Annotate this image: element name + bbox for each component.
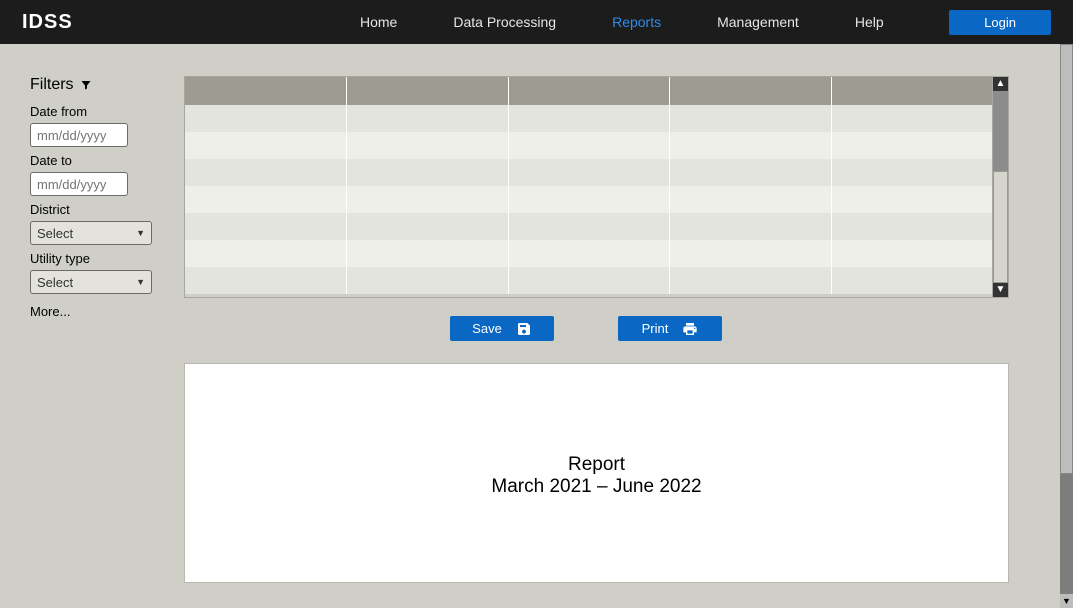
- date-from-input[interactable]: [30, 123, 128, 147]
- table-header-cell[interactable]: [185, 77, 347, 105]
- report-title: Report: [185, 454, 1008, 476]
- report-date-range: March 2021 – June 2022: [185, 476, 1008, 498]
- print-button-label: Print: [642, 321, 669, 336]
- date-to-input[interactable]: [30, 172, 128, 196]
- table-row[interactable]: [185, 105, 994, 132]
- table-header-cell[interactable]: [832, 77, 994, 105]
- login-area: Login: [949, 0, 1051, 44]
- date-from-label: Date from: [30, 104, 170, 119]
- utility-type-label: Utility type: [30, 251, 170, 266]
- page-scrollbar-thumb[interactable]: [1060, 44, 1073, 474]
- filters-sidebar: Filters Date from Date to District Selec…: [0, 56, 180, 608]
- nav-help[interactable]: Help: [855, 14, 884, 30]
- utility-type-select[interactable]: Select: [30, 270, 152, 294]
- data-table: ▲ ▼: [184, 76, 1009, 298]
- table-row[interactable]: [185, 267, 994, 294]
- nav-home[interactable]: Home: [360, 14, 397, 30]
- topbar: IDSS Home Data Processing Reports Manage…: [0, 0, 1073, 44]
- table-scroll-up-icon[interactable]: ▲: [993, 77, 1008, 91]
- date-to-label: Date to: [30, 153, 170, 168]
- table-header-cell[interactable]: [670, 77, 832, 105]
- district-select[interactable]: Select: [30, 221, 152, 245]
- table-row[interactable]: [185, 132, 994, 159]
- brand-logo: IDSS: [0, 11, 73, 34]
- table-row[interactable]: [185, 240, 994, 267]
- table-header-cell[interactable]: [509, 77, 671, 105]
- utility-type-select-value: Select: [37, 275, 73, 290]
- table-header-cell[interactable]: [347, 77, 509, 105]
- table-scroll-down-icon[interactable]: ▼: [993, 283, 1008, 297]
- data-grid: [185, 77, 994, 297]
- login-button[interactable]: Login: [949, 10, 1051, 35]
- filter-icon: [80, 79, 92, 91]
- main-panel: ▲ ▼ Save Print Report March 2021 –: [180, 56, 1060, 608]
- district-select-value: Select: [37, 226, 73, 241]
- table-scrollbar[interactable]: ▲ ▼: [992, 77, 1008, 297]
- nav-reports[interactable]: Reports: [612, 14, 661, 30]
- nav-data-processing[interactable]: Data Processing: [453, 14, 556, 30]
- table-scroll-thumb[interactable]: [993, 171, 1008, 283]
- table-header-row: [185, 77, 994, 105]
- district-label: District: [30, 202, 170, 217]
- report-preview: Report March 2021 – June 2022: [184, 363, 1009, 583]
- save-icon: [516, 321, 532, 337]
- more-filters-link[interactable]: More...: [30, 304, 170, 319]
- save-button[interactable]: Save: [450, 316, 554, 341]
- main-nav: Home Data Processing Reports Management …: [360, 0, 884, 44]
- workspace: Filters Date from Date to District Selec…: [0, 56, 1060, 608]
- page-scrollbar-down-icon[interactable]: ▼: [1060, 594, 1073, 608]
- print-button[interactable]: Print: [618, 316, 722, 341]
- filters-heading: Filters: [30, 76, 170, 94]
- action-row: Save Print: [450, 316, 1040, 341]
- save-button-label: Save: [472, 321, 502, 336]
- content-frame: ▼ Filters Date from Date to District Sel…: [0, 44, 1073, 608]
- table-row[interactable]: [185, 213, 994, 240]
- table-body: [185, 105, 994, 294]
- filters-heading-label: Filters: [30, 76, 74, 94]
- page-scrollbar[interactable]: ▼: [1060, 44, 1073, 608]
- table-row[interactable]: [185, 186, 994, 213]
- print-icon: [682, 321, 698, 337]
- table-row[interactable]: [185, 159, 994, 186]
- nav-management[interactable]: Management: [717, 14, 799, 30]
